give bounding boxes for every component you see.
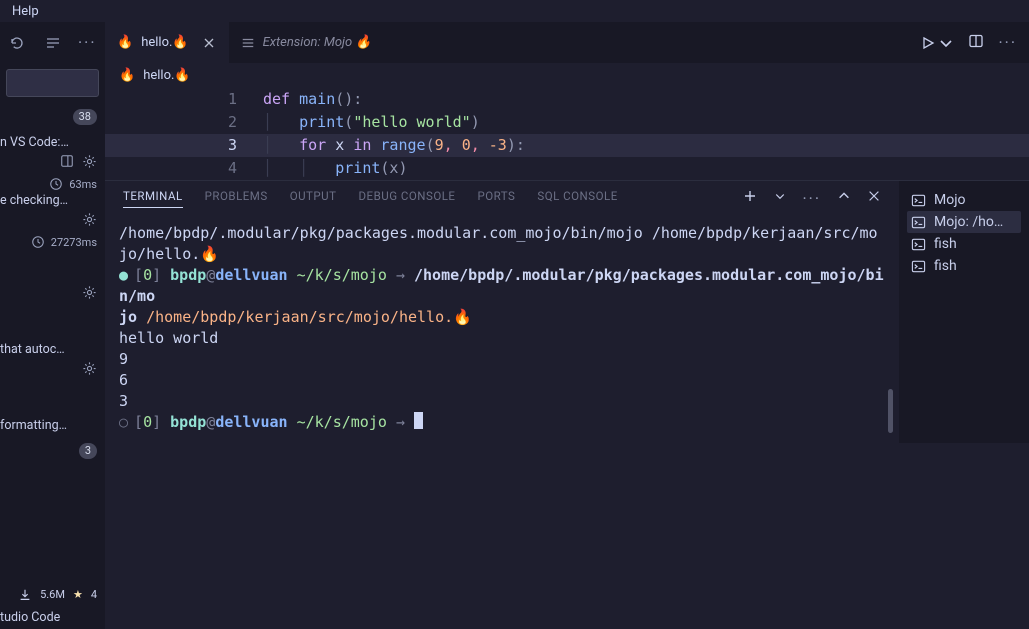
tab-ports[interactable]: PORTS <box>477 189 515 208</box>
sidebar: ··· 38 n VS Code:… 63ms e checking… 2727… <box>0 22 105 629</box>
line-number: 1 <box>105 88 263 111</box>
sidebar-ext-item[interactable]: 27273ms <box>0 233 105 302</box>
gear-icon[interactable] <box>82 285 97 300</box>
terminal-tab-label: Mojo: /ho… <box>934 214 1003 230</box>
tab-label: Extension: Mojo 🔥 <box>263 35 372 50</box>
terminal-line: 3 <box>119 392 128 410</box>
chevron-down-icon[interactable] <box>938 35 954 51</box>
file-icon: 🔥 <box>117 35 133 50</box>
scrollbar[interactable] <box>888 389 893 433</box>
line-number: 3 <box>105 134 263 157</box>
maximize-panel-icon[interactable] <box>837 189 851 207</box>
run-icon[interactable] <box>920 35 954 51</box>
terminal-tab-mojo-run[interactable]: Mojo: /ho… <box>907 211 1021 233</box>
badge-count: 38 <box>73 109 97 125</box>
terminal-line: 6 <box>119 370 885 391</box>
sidebar-ext-item[interactable]: formatting… <box>0 416 105 439</box>
list-item-label: formatting… <box>0 418 105 437</box>
line-number: 4 <box>105 157 263 180</box>
list-item-label: tudio Code <box>0 610 105 629</box>
badge-count: 3 <box>79 443 97 459</box>
sidebar-ext-item[interactable]: that autoc… <box>0 340 105 378</box>
terminal-cursor <box>414 412 423 429</box>
sidebar-ext-item[interactable]: 63ms e checking… <box>0 175 105 229</box>
more-icon[interactable]: ··· <box>998 33 1017 52</box>
terminal-line: 9 <box>119 349 885 370</box>
line-number: 2 <box>105 111 263 134</box>
terminal-line: ●[0] bpdp@dellvuan ~/k/s/mojo → /home/bp… <box>119 265 885 328</box>
chevron-down-icon[interactable] <box>774 190 786 206</box>
download-icon <box>18 588 32 602</box>
terminal-line: ○[0] bpdp@dellvuan ~/k/s/mojo → <box>119 412 885 433</box>
tab-problems[interactable]: PROBLEMS <box>205 189 268 208</box>
terminal-line: /home/bpdp/.modular/pkg/packages.modular… <box>119 223 885 265</box>
gear-icon[interactable] <box>82 212 97 227</box>
terminal-tab-fish[interactable]: fish <box>907 233 1021 255</box>
sidebar-ext-item[interactable]: n VS Code:… <box>0 133 105 171</box>
tab-output[interactable]: OUTPUT <box>290 189 337 208</box>
tab-terminal[interactable]: TERMINAL <box>123 189 183 208</box>
terminal-icon <box>911 193 926 208</box>
gear-icon[interactable] <box>82 361 97 376</box>
preview-icon[interactable] <box>60 154 74 168</box>
terminal-tab-label: Mojo <box>934 192 966 208</box>
list-item-label: n VS Code:… <box>0 135 105 154</box>
panel-tabs: TERMINAL PROBLEMS OUTPUT DEBUG CONSOLE P… <box>105 181 899 215</box>
terminal-icon <box>911 215 926 230</box>
more-icon[interactable]: ··· <box>802 189 821 208</box>
tab-label: hello.🔥 <box>141 35 188 50</box>
terminal-output[interactable]: /home/bpdp/.modular/pkg/packages.modular… <box>105 215 899 443</box>
terminal-line: hello world <box>119 328 885 349</box>
close-panel-icon[interactable] <box>867 189 881 207</box>
tab-debug-console[interactable]: DEBUG CONSOLE <box>359 189 456 208</box>
list-icon <box>241 36 255 50</box>
more-icon[interactable]: ··· <box>78 33 97 52</box>
terminal-tab-fish-2[interactable]: fish <box>907 255 1021 277</box>
new-terminal-icon[interactable] <box>742 188 758 208</box>
tab-hello[interactable]: 🔥 hello.🔥 <box>105 22 229 63</box>
list-item-label: that autoc… <box>0 342 105 361</box>
download-count: 5.6M <box>40 588 65 602</box>
terminal-tab-label: fish <box>934 258 957 274</box>
clock-icon <box>49 177 63 191</box>
gear-icon[interactable] <box>82 154 97 169</box>
terminal-icon <box>911 237 926 252</box>
code-line: │ │ print(x) <box>263 157 1029 180</box>
terminal-icon <box>911 259 926 274</box>
code-line: │ print("hello world") <box>263 111 1029 134</box>
terminal-tabs-sidebar: Mojo Mojo: /ho… fish fish <box>899 181 1029 443</box>
clear-icon[interactable] <box>42 32 64 54</box>
editor-tabs: 🔥 hello.🔥 Extension: Mojo 🔥 ··· <box>105 22 1029 63</box>
split-editor-icon[interactable] <box>968 33 984 53</box>
clock-icon <box>31 235 45 249</box>
code-line: │ for x in range(9, 0, -3): <box>263 134 1029 157</box>
breadcrumb[interactable]: 🔥 hello.🔥 <box>105 63 1029 88</box>
terminal-tab-label: fish <box>934 236 957 252</box>
tab-sql-console[interactable]: SQL CONSOLE <box>537 189 617 208</box>
breadcrumb-file: hello.🔥 <box>143 68 190 83</box>
terminal-tab-mojo[interactable]: Mojo <box>907 189 1021 211</box>
activation-time: 27273ms <box>51 236 97 249</box>
search-input[interactable] <box>6 69 99 97</box>
code-line: def main(): <box>263 88 1029 111</box>
code-editor[interactable]: 1 def main(): 2 │ print("hello world") 3… <box>105 88 1029 180</box>
rating-value: 4 <box>91 588 97 602</box>
tab-extension[interactable]: Extension: Mojo 🔥 <box>229 22 384 63</box>
file-icon: 🔥 <box>119 68 135 83</box>
star-icon: ★ <box>73 588 83 602</box>
list-item-label: e checking… <box>0 193 105 212</box>
menu-item-help[interactable]: Help <box>12 4 39 19</box>
close-icon[interactable] <box>201 35 217 51</box>
refresh-icon[interactable] <box>6 32 28 54</box>
activation-time: 63ms <box>69 178 97 191</box>
